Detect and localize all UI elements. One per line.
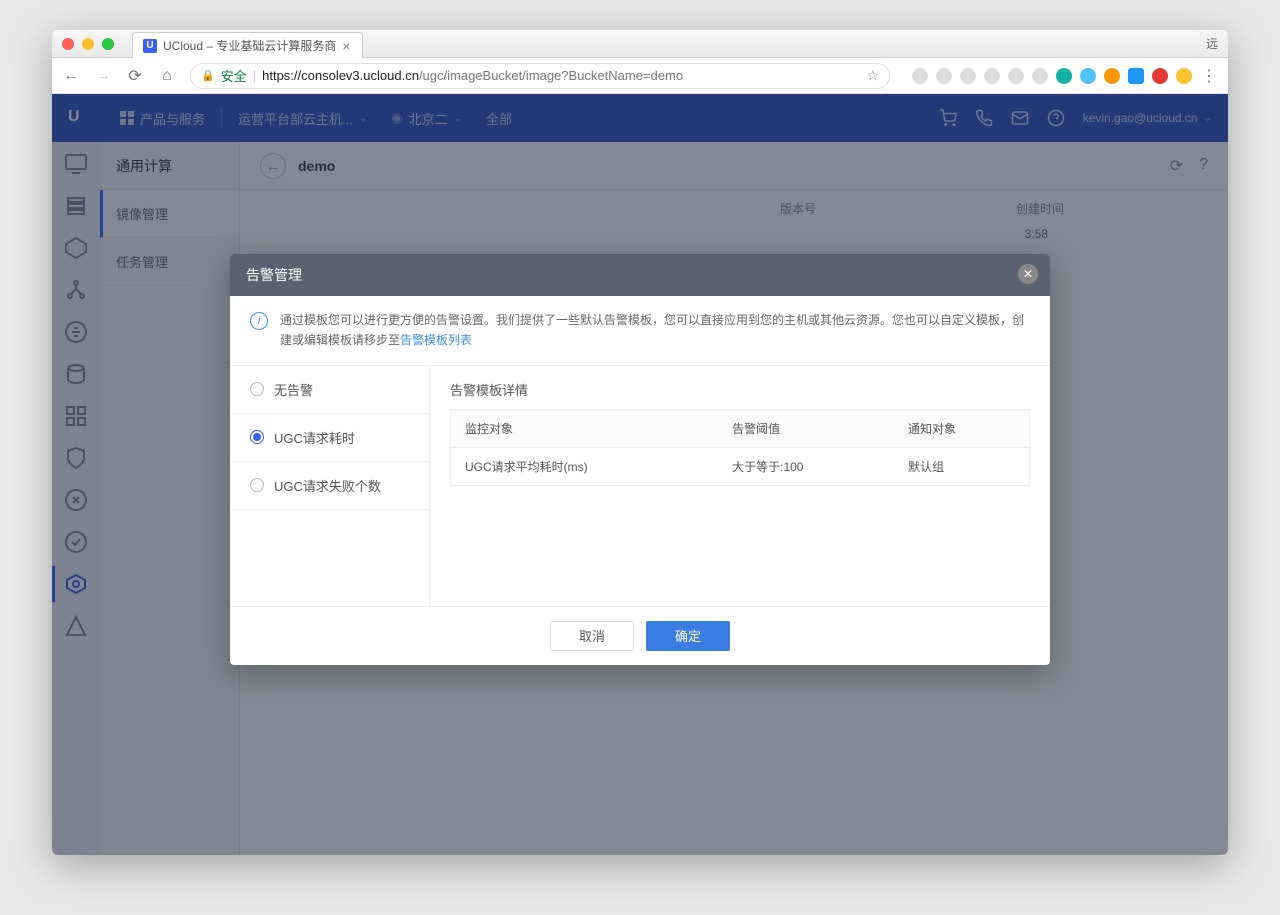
traffic-lights [62,38,114,50]
alarm-table: 监控对象 告警阈值 通知对象 UGC请求平均耗时(ms) 大于等于:100 默认… [450,409,1030,486]
ext-icon[interactable] [960,68,976,84]
close-icon[interactable]: ✕ [1018,264,1038,284]
option-ugc-failures[interactable]: UGC请求失败个数 [230,462,429,510]
ext-icon[interactable] [1128,68,1144,84]
modal-overlay[interactable]: 告警管理 ✕ i 通过模板您可以进行更方便的告警设置。我们提供了一些默认告警模板… [52,94,1228,855]
template-list-link[interactable]: 告警模板列表 [400,333,472,347]
reload-icon[interactable]: ⟳ [126,66,144,86]
favicon-icon: U [143,39,157,53]
ext-icon[interactable] [1032,68,1048,84]
mac-titlebar: U UCloud – 专业基础云计算服务商 × 远 [52,30,1228,58]
modal-header: 告警管理 ✕ [230,254,1050,296]
modal-title: 告警管理 [246,265,302,285]
modal-body: 无告警 UGC请求耗时 UGC请求失败个数 告警模板详情 监控对象 告警阈值 通… [230,366,1050,606]
table-row: UGC请求平均耗时(ms) 大于等于:100 默认组 [451,447,1030,485]
option-no-alarm[interactable]: 无告警 [230,366,429,414]
tab-title: UCloud – 专业基础云计算服务商 [163,37,336,54]
app-root: U 产品与服务 运营平台部云主机... ⌄ ◉ 北京二 ⌄ 全部 [52,94,1228,855]
info-icon: i [250,312,268,330]
browser-tab[interactable]: U UCloud – 专业基础云计算服务商 × [132,32,363,58]
ext-icon[interactable] [984,68,1000,84]
ext-icon[interactable] [1056,68,1072,84]
info-text: 通过模板您可以进行更方便的告警设置。我们提供了一些默认告警模板，您可以直接应用到… [280,313,1024,347]
ext-icon[interactable] [1176,68,1192,84]
extensions: ⋮ [912,66,1218,86]
modal-info: i 通过模板您可以进行更方便的告警设置。我们提供了一些默认告警模板，您可以直接应… [230,296,1050,366]
ext-icon[interactable] [1080,68,1096,84]
template-detail: 告警模板详情 监控对象 告警阈值 通知对象 UGC请求平均耗时(ms) 大于等于… [430,366,1050,606]
ext-icon[interactable] [1152,68,1168,84]
radio-icon [250,430,264,444]
detail-title: 告警模板详情 [450,380,1030,399]
th-notify: 通知对象 [894,409,1029,447]
option-ugc-latency[interactable]: UGC请求耗时 [230,414,429,462]
close-window[interactable] [62,38,74,50]
back-icon[interactable]: ← [62,67,80,85]
tab-close-icon[interactable]: × [342,41,352,51]
bookmark-icon[interactable]: ☆ [866,67,879,84]
home-icon[interactable]: ⌂ [158,67,176,85]
lock-icon: 🔒 [201,69,215,82]
ext-icon[interactable] [912,68,928,84]
ext-icon[interactable] [936,68,952,84]
browser-window: U UCloud – 专业基础云计算服务商 × 远 ← → ⟳ ⌂ 🔒 安全 |… [52,30,1228,855]
template-options: 无告警 UGC请求耗时 UGC请求失败个数 [230,366,430,606]
url-text: https://consolev3.ucloud.cn/ugc/imageBuc… [262,68,683,83]
browser-toolbar: ← → ⟳ ⌂ 🔒 安全 | https://consolev3.ucloud.… [52,58,1228,94]
th-target: 监控对象 [451,409,719,447]
profile-badge[interactable]: 远 [1206,35,1218,52]
radio-icon [250,478,264,492]
secure-label: 安全 [221,66,247,85]
minimize-window[interactable] [82,38,94,50]
cancel-button[interactable]: 取消 [550,621,634,651]
alarm-modal: 告警管理 ✕ i 通过模板您可以进行更方便的告警设置。我们提供了一些默认告警模板… [230,254,1050,665]
address-bar[interactable]: 🔒 安全 | https://consolev3.ucloud.cn/ugc/i… [190,63,890,89]
forward-icon[interactable]: → [94,67,112,85]
confirm-button[interactable]: 确定 [646,621,730,651]
th-threshold: 告警阈值 [718,409,894,447]
ext-icon[interactable] [1008,68,1024,84]
ext-icon[interactable] [1104,68,1120,84]
radio-icon [250,382,264,396]
modal-footer: 取消 确定 [230,606,1050,665]
menu-icon[interactable]: ⋮ [1200,66,1218,86]
maximize-window[interactable] [102,38,114,50]
